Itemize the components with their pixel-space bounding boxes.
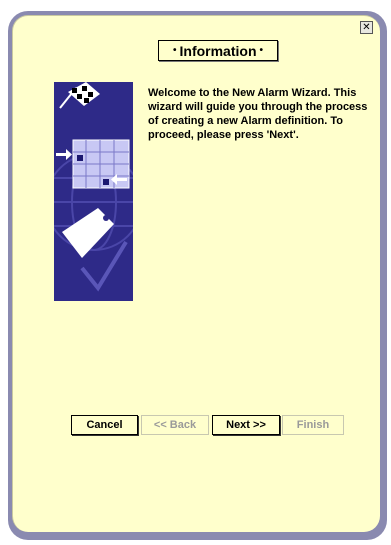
cancel-button[interactable]: Cancel — [71, 415, 138, 435]
title-bullet-left: • — [172, 45, 177, 56]
alarm-wizard-illustration-icon — [54, 82, 133, 292]
welcome-message: Welcome to the New Alarm Wizard. This wi… — [148, 87, 368, 141]
back-button: << Back — [141, 415, 209, 435]
next-button[interactable]: Next >> — [212, 415, 280, 435]
title-bullet-right: • — [259, 45, 264, 56]
wizard-illustration — [54, 82, 133, 301]
dialog-title-text: Information — [179, 42, 257, 59]
finish-button: Finish — [282, 415, 344, 435]
close-button[interactable]: ✕ — [360, 21, 373, 34]
close-icon: ✕ — [362, 21, 371, 33]
dialog-title: • Information • — [158, 40, 278, 61]
